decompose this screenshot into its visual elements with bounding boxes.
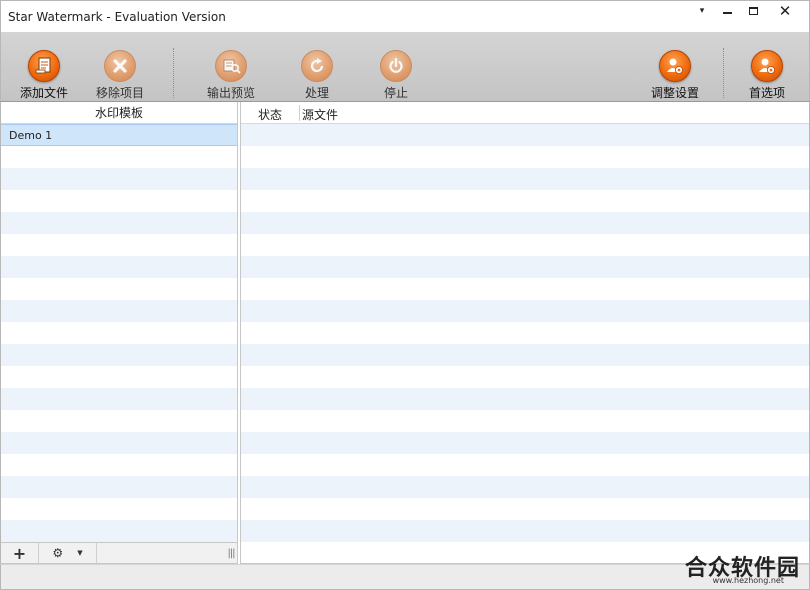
chevron-down-icon: ▾ [699, 6, 705, 16]
list-item[interactable] [241, 498, 809, 520]
remove-item-label: 移除项目 [95, 86, 144, 100]
output-preview-button[interactable]: 输出预览 [198, 32, 264, 102]
remove-item-button[interactable]: 移除项目 [87, 32, 153, 102]
add-file-label: 添加文件 [19, 86, 68, 100]
list-item[interactable] [241, 234, 809, 256]
list-item[interactable] [241, 322, 809, 344]
preferences-label: 首选项 [748, 86, 785, 100]
preferences-button[interactable]: 首选项 [734, 32, 800, 102]
minimize-icon [722, 12, 732, 14]
resize-grip-icon[interactable]: ||| [225, 543, 237, 563]
remove-icon [104, 50, 136, 82]
preview-icon [215, 50, 247, 82]
list-item[interactable] [241, 124, 809, 146]
output-preview-label: 输出预览 [206, 86, 255, 100]
file-list-panel: 状态 源文件 [240, 102, 810, 564]
plus-icon: + [12, 543, 27, 563]
list-item[interactable] [241, 212, 809, 234]
list-item[interactable] [241, 256, 809, 278]
gear-icon: ⚙ [52, 546, 64, 560]
toolbar: 添加文件 移除项目 输出预览 处理 停止 调整设置 首选项 [0, 32, 810, 102]
column-divider[interactable] [299, 105, 300, 121]
toolbar-separator [173, 48, 174, 98]
list-item[interactable] [1, 520, 237, 542]
list-item[interactable] [1, 212, 237, 234]
add-template-button[interactable]: + [1, 543, 39, 563]
list-item[interactable] [241, 146, 809, 168]
file-list [241, 124, 809, 563]
list-item[interactable] [241, 168, 809, 190]
template-row[interactable]: Demo 1 [1, 124, 237, 146]
list-item[interactable] [1, 256, 237, 278]
close-button[interactable]: ✕ [773, 2, 797, 20]
list-item[interactable] [241, 432, 809, 454]
list-item[interactable] [1, 344, 237, 366]
list-item[interactable] [1, 454, 237, 476]
source-file-column-header[interactable]: 源文件 [302, 106, 338, 123]
toolbar-separator [723, 48, 724, 98]
list-item[interactable] [241, 410, 809, 432]
maximize-button[interactable] [741, 3, 765, 19]
list-item[interactable] [1, 432, 237, 454]
adjust-settings-label: 调整设置 [650, 86, 699, 100]
minimize-button[interactable] [715, 3, 739, 19]
add-file-icon [28, 50, 60, 82]
preferences-icon [751, 50, 783, 82]
site-watermark-url: www.hezhong.net [712, 576, 784, 585]
stop-button[interactable]: 停止 [363, 32, 429, 102]
process-button[interactable]: 处理 [284, 32, 350, 102]
list-item[interactable] [1, 322, 237, 344]
list-item[interactable] [241, 476, 809, 498]
template-column-header[interactable]: 水印模板 [1, 104, 237, 121]
list-item[interactable] [1, 498, 237, 520]
system-menu-button[interactable]: ▾ [690, 3, 714, 19]
add-file-button[interactable]: 添加文件 [11, 32, 77, 102]
status-column-header[interactable]: 状态 [258, 106, 282, 123]
close-icon: ✕ [778, 2, 792, 20]
adjust-settings-button[interactable]: 调整设置 [642, 32, 708, 102]
template-toolbar: + ⚙ ▼ ||| [0, 542, 238, 564]
list-item[interactable] [1, 278, 237, 300]
list-item[interactable] [1, 234, 237, 256]
template-options-dropdown[interactable]: ⚙ ▼ [39, 543, 97, 563]
footer-spacer [97, 543, 225, 563]
user-settings-icon [659, 50, 691, 82]
list-item[interactable] [241, 344, 809, 366]
list-item[interactable] [241, 190, 809, 212]
stop-label: 停止 [383, 86, 408, 100]
template-name: Demo 1 [9, 128, 53, 142]
list-item[interactable] [1, 168, 237, 190]
window-title: Star Watermark - Evaluation Version [8, 10, 226, 24]
process-icon [301, 50, 333, 82]
list-item[interactable] [1, 300, 237, 322]
template-list-header: 水印模板 [1, 102, 237, 124]
list-item[interactable] [1, 410, 237, 432]
list-item[interactable] [241, 278, 809, 300]
list-item[interactable] [241, 454, 809, 476]
list-item[interactable] [1, 476, 237, 498]
list-item[interactable] [241, 520, 809, 542]
list-item[interactable] [1, 190, 237, 212]
file-list-header: 状态 源文件 [241, 102, 809, 124]
list-item[interactable] [241, 300, 809, 322]
grip-glyph: ||| [227, 547, 235, 559]
stop-icon [380, 50, 412, 82]
list-item[interactable] [1, 366, 237, 388]
title-bar: Star Watermark - Evaluation Version ▾ ✕ [0, 0, 810, 32]
template-panel: 水印模板 Demo 1 [0, 102, 238, 544]
template-list: Demo 1 [1, 124, 237, 542]
process-label: 处理 [304, 86, 329, 100]
list-item[interactable] [1, 146, 237, 168]
maximize-icon [748, 7, 758, 15]
list-item[interactable] [241, 366, 809, 388]
list-item[interactable] [1, 388, 237, 410]
caret-down-icon: ▼ [77, 549, 83, 557]
list-item[interactable] [241, 388, 809, 410]
